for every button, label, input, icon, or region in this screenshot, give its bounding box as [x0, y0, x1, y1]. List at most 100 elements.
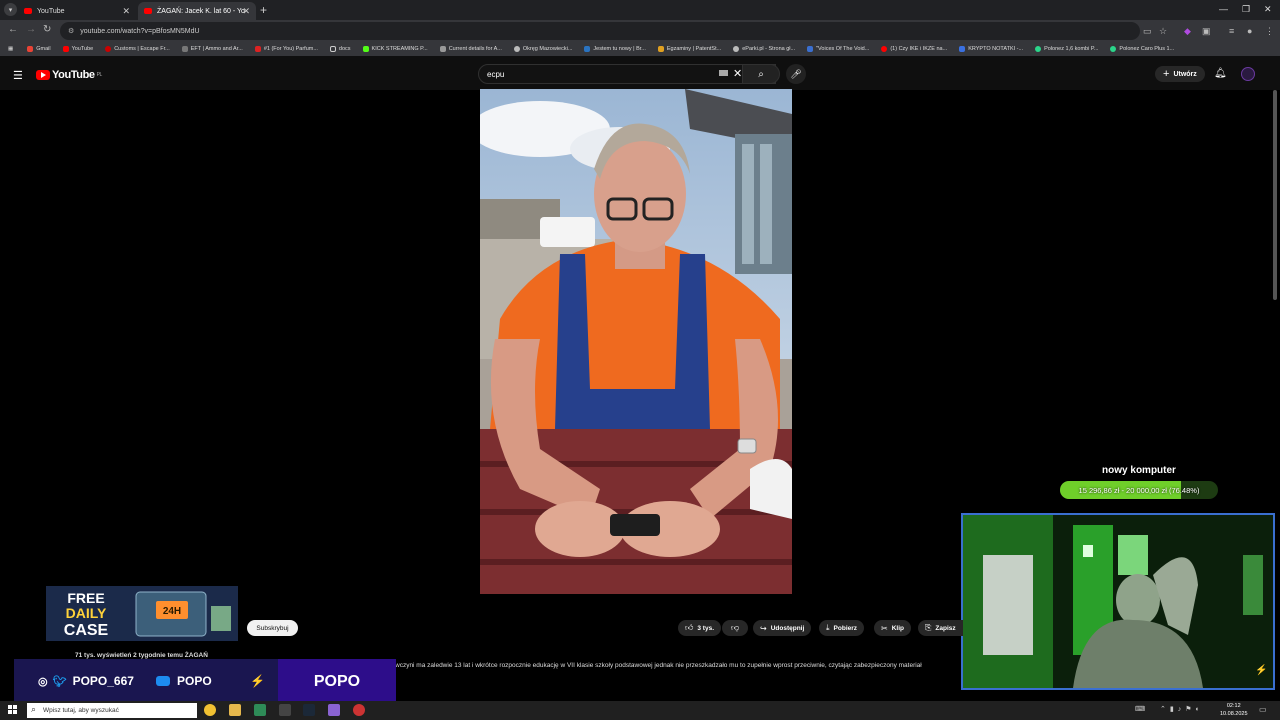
- bookmark-item[interactable]: "Voices Of The Void...: [807, 46, 869, 52]
- tab-youtube[interactable]: YouTube ✕: [18, 2, 136, 20]
- back-icon[interactable]: ←: [8, 24, 18, 35]
- keyboard-icon[interactable]: [719, 70, 728, 76]
- free-daily-case-banner[interactable]: 24H FREE DAILY CASE: [46, 586, 238, 641]
- bookmark-item[interactable]: (1) Czy IKE i IKZE na...: [881, 46, 947, 52]
- like-button[interactable]: 👍︎ 3 tys.: [678, 620, 721, 636]
- search-input[interactable]: ecpu: [478, 64, 776, 84]
- tab-current-video[interactable]: ŻAGAŃ: Jacek K. lat 60 - Yo ✕: [138, 2, 256, 20]
- file-explorer-icon[interactable]: [229, 704, 241, 716]
- taskbar-search-input[interactable]: Wpisz tutaj, aby wyszukać: [27, 703, 197, 718]
- forward-icon[interactable]: →: [26, 24, 36, 35]
- social-main-label: POPO: [278, 659, 396, 704]
- bookmark-item[interactable]: Polonez Caro Plus 1...: [1110, 46, 1174, 52]
- globe-icon: [733, 46, 740, 52]
- restore-icon[interactable]: ❐: [1242, 4, 1250, 15]
- save-button[interactable]: ⎘ Zapisz: [918, 620, 963, 636]
- bookmark-icon: [657, 46, 664, 52]
- bookmark-icon: [584, 46, 591, 52]
- bookmark-item[interactable]: Gmail: [27, 46, 51, 52]
- create-button[interactable]: + Utwórz: [1155, 66, 1205, 82]
- tray-icons[interactable]: ⌃▮♪⚑◐: [1160, 705, 1204, 713]
- bookmark-folder[interactable]: docs: [329, 46, 351, 52]
- windows-start-icon[interactable]: [8, 705, 18, 715]
- taskbar-clock[interactable]: 02:12 10.08.2025: [1220, 702, 1248, 718]
- minimize-icon[interactable]: —: [1219, 4, 1228, 14]
- twitter-icon: 🐦︎: [52, 675, 67, 688]
- bookmark-item[interactable]: KRYPTO NOTATKI -...: [959, 46, 1023, 52]
- instagram-icon: ◎: [38, 675, 48, 688]
- tab-label: ŻAGAŃ: Jacek K. lat 60 - Yo: [157, 7, 245, 15]
- youtube-icon: [156, 676, 170, 686]
- bookmark-item[interactable]: Customs | Escape Fr...: [105, 46, 170, 52]
- bookmark-item[interactable]: KICK STREAMING P...: [362, 46, 428, 52]
- bookmark-item[interactable]: EFT | Ammo and Ar...: [181, 46, 243, 52]
- bookmark-icon: [254, 46, 261, 52]
- video-frame: [480, 89, 792, 594]
- app-icon[interactable]: [328, 704, 340, 716]
- bookmark-item[interactable]: Egzaminy | PatentSt...: [657, 46, 721, 52]
- share-button[interactable]: ↪ Udostępnij: [753, 620, 812, 636]
- bookmark-item[interactable]: #1 (For You) Parfum...: [254, 46, 318, 52]
- app-icon[interactable]: [254, 704, 266, 716]
- app-icon[interactable]: [353, 704, 365, 716]
- clear-search-icon[interactable]: ✕: [733, 67, 742, 80]
- bookmark-item[interactable]: YouTube: [62, 46, 93, 52]
- dislike-button[interactable]: 👎︎: [722, 620, 748, 636]
- thumbs-down-icon: 👎︎: [730, 623, 740, 632]
- site-info-icon[interactable]: ⚙: [68, 27, 74, 35]
- plus-icon: +: [1163, 68, 1170, 80]
- steam-icon[interactable]: [303, 704, 315, 716]
- page-scrollbar[interactable]: [1273, 90, 1277, 300]
- bookmark-star-icon[interactable]: ☆: [1159, 26, 1167, 37]
- notifications-bell-icon[interactable]: 🔔︎: [1214, 68, 1227, 79]
- avatar[interactable]: [1241, 67, 1255, 81]
- video-player[interactable]: [480, 89, 792, 594]
- profile-icon[interactable]: ●: [1247, 26, 1252, 36]
- close-window-icon[interactable]: ✕: [1264, 4, 1272, 15]
- extensions-puzzle-icon[interactable]: ▣: [1202, 26, 1211, 37]
- region-code: PL: [96, 72, 103, 78]
- youtube-logo[interactable]: YouTube PL: [36, 69, 102, 81]
- subscribe-button[interactable]: Subskrybuj: [247, 620, 298, 636]
- menu-icon[interactable]: ☰: [13, 69, 23, 82]
- streamer-webcam: ⚡: [961, 513, 1275, 690]
- bookmark-item[interactable]: Jestem tu nowy | Br...: [584, 46, 646, 52]
- browser-tab-bar: ▾ YouTube ✕ ŻAGAŃ: Jacek K. lat 60 - Yo …: [0, 0, 1280, 20]
- thumbs-up-icon: 👍︎: [685, 623, 694, 632]
- bookmark-item[interactable]: eParki.pl - Strona gł...: [733, 46, 795, 52]
- app-icon[interactable]: [279, 704, 291, 716]
- bookmark-item[interactable]: Okręg Mazowiecki...: [513, 46, 572, 52]
- voice-search-button[interactable]: 🎤︎: [786, 64, 806, 84]
- chrome-icon[interactable]: [204, 704, 216, 716]
- video-description[interactable]: wczyni ma zaledwie 13 lat i wkrótce rozp…: [395, 662, 960, 669]
- extension-icon[interactable]: ◆: [1184, 26, 1191, 37]
- tab-search-button[interactable]: ▾: [4, 3, 17, 16]
- apps-icon[interactable]: ▦: [8, 46, 13, 52]
- address-bar[interactable]: ⚙ youtube.com/watch?v=pBfosMN5MdU: [60, 22, 1140, 40]
- close-tab-icon[interactable]: ✕: [122, 6, 130, 17]
- close-tab-icon[interactable]: ✕: [242, 6, 250, 17]
- keyboard-icon[interactable]: ⌨: [1135, 705, 1145, 713]
- browser-toolbar: ← → ↻ ⚙ youtube.com/watch?v=pBfosMN5MdU …: [0, 20, 1280, 42]
- scissors-icon: ✂: [881, 623, 888, 633]
- bookmark-icon: [1035, 46, 1042, 52]
- download-button[interactable]: ⤓ Pobierz: [819, 620, 865, 636]
- microphone-icon: 🎤︎: [790, 68, 802, 79]
- bookmark-icon: [1110, 46, 1117, 52]
- clip-button[interactable]: ✂ Klip: [874, 620, 911, 636]
- media-control-icon[interactable]: ≡: [1229, 26, 1234, 36]
- search-button[interactable]: ⌕: [742, 64, 780, 84]
- youtube-favicon-icon: [144, 8, 152, 14]
- bookmark-item[interactable]: Current details for A...: [439, 46, 502, 52]
- notifications-icon[interactable]: ▭: [1259, 705, 1267, 714]
- goal-title: nowy komputer: [1102, 465, 1176, 476]
- case-badge: 24H: [163, 606, 181, 617]
- bookmark-item[interactable]: Polonez 1,6 kombi P...: [1035, 46, 1098, 52]
- bookmark-icon: [105, 46, 112, 52]
- reload-icon[interactable]: ↻: [43, 24, 51, 35]
- bookmark-icon: [181, 46, 188, 52]
- globe-icon: [513, 46, 520, 52]
- new-tab-button[interactable]: +: [260, 3, 267, 17]
- cast-icon[interactable]: ▭: [1143, 26, 1152, 37]
- browser-menu-icon[interactable]: ⋮: [1265, 26, 1274, 37]
